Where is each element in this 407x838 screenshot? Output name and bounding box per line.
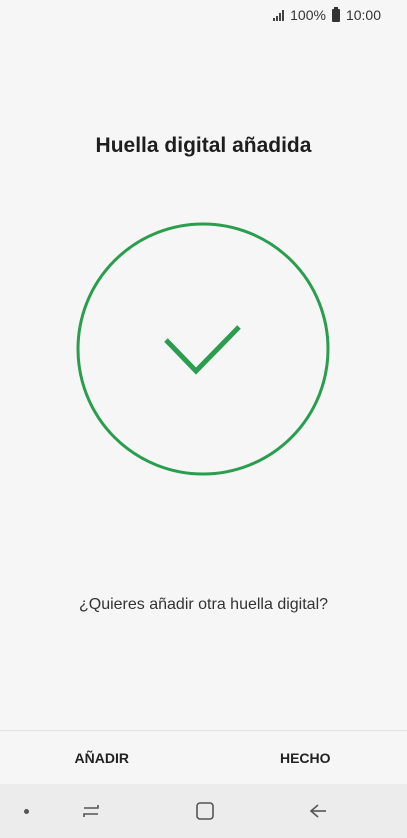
check-circle-icon — [76, 222, 330, 476]
done-button[interactable]: HECHO — [204, 731, 407, 784]
back-icon[interactable] — [303, 784, 333, 838]
navigation-bar — [0, 784, 407, 838]
add-another-question: ¿Quieres añadir otra huella digital? — [78, 596, 329, 613]
status-bar: 100% 10:00 — [0, 0, 407, 30]
add-button[interactable]: AÑADIR — [0, 731, 204, 784]
action-bar: AÑADIR HECHO — [0, 731, 407, 784]
battery-percent: 100% — [290, 7, 326, 23]
page-title: Huella digital añadida — [95, 134, 312, 157]
dot-icon — [16, 784, 36, 838]
recents-icon[interactable] — [76, 784, 106, 838]
battery-icon — [331, 6, 340, 22]
status-time: 10:00 — [345, 7, 381, 23]
signal-icon — [273, 9, 285, 21]
home-icon[interactable] — [190, 784, 220, 838]
